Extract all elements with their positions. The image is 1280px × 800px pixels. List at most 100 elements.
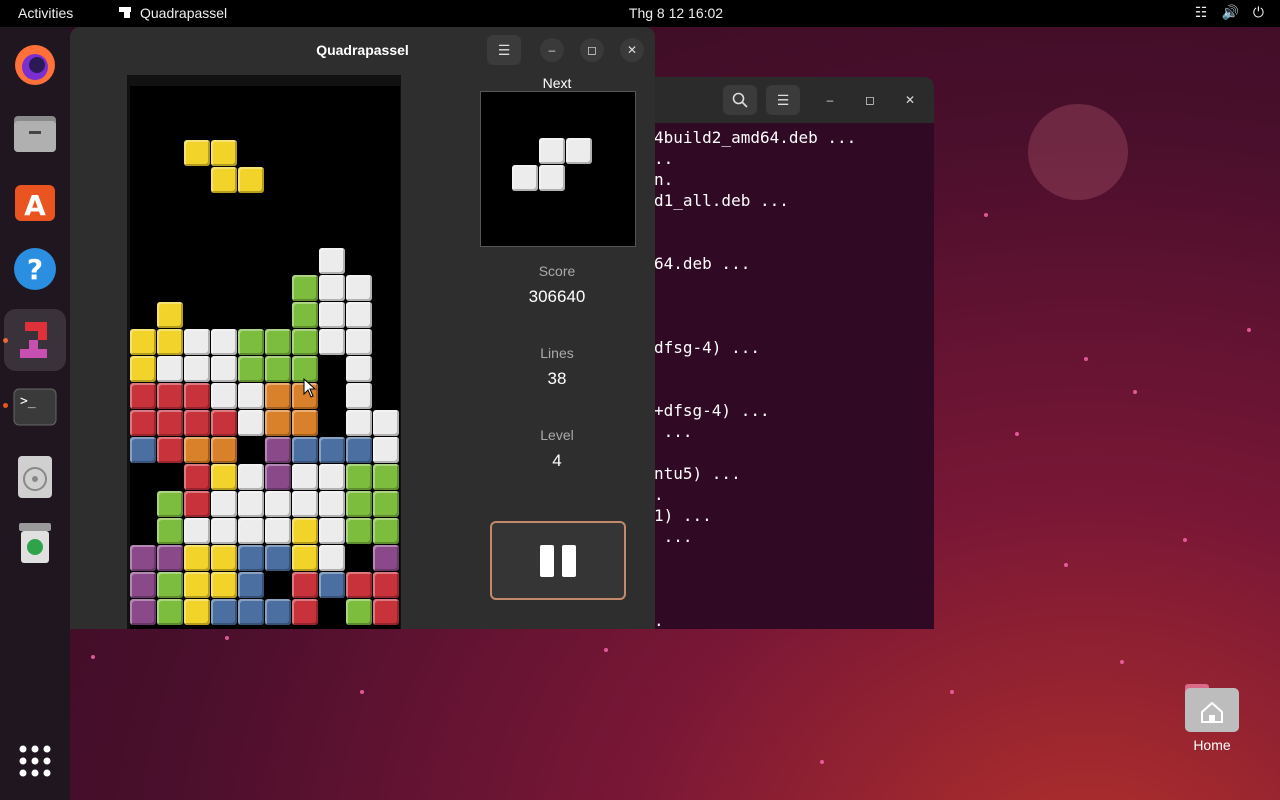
settled-block <box>211 572 237 598</box>
dock-help[interactable]: ? <box>11 245 59 293</box>
settled-block <box>184 545 210 571</box>
settled-block <box>184 410 210 436</box>
power-icon[interactable]: ⏻ <box>1253 4 1264 21</box>
settled-block <box>319 302 345 328</box>
terminal-minimize-button[interactable]: – <box>818 88 842 112</box>
dock-show-apps[interactable] <box>11 737 59 785</box>
next-block <box>539 165 565 191</box>
next-block <box>566 138 592 164</box>
settled-block <box>319 491 345 517</box>
settled-block <box>184 464 210 490</box>
terminal-maximize-button[interactable]: ◻ <box>858 88 882 112</box>
terminal-output[interactable]: 4build2_amd64.deb ... .. n. d1_all.deb .… <box>640 123 934 629</box>
game-close-button[interactable]: ✕ <box>620 38 644 62</box>
dock-terminal[interactable]: >_ <box>11 383 59 431</box>
window-title: Quadrapassel <box>316 42 409 58</box>
dock-firefox[interactable] <box>11 41 59 89</box>
settled-block <box>130 572 156 598</box>
settled-block <box>211 410 237 436</box>
terminal-close-button[interactable]: ✕ <box>898 88 922 112</box>
settled-block <box>292 329 318 355</box>
settled-block <box>184 599 210 625</box>
volume-icon[interactable]: 🔊 <box>1221 4 1238 21</box>
settled-block <box>238 383 264 409</box>
maximize-icon: ◻ <box>587 43 597 57</box>
desktop-home-folder[interactable]: Home <box>1180 682 1244 753</box>
settled-block <box>373 572 399 598</box>
settled-block <box>157 518 183 544</box>
level-value: 4 <box>552 451 562 470</box>
settled-block <box>265 437 291 463</box>
falling-block <box>184 140 210 166</box>
game-minimize-button[interactable]: – <box>540 38 564 62</box>
dock-software[interactable]: A <box>11 177 59 225</box>
game-maximize-button[interactable]: ◻ <box>580 38 604 62</box>
settled-block <box>319 329 345 355</box>
dock-quadrapassel[interactable] <box>4 309 66 371</box>
game-board[interactable] <box>127 75 401 629</box>
settled-block <box>292 545 318 571</box>
settled-block <box>184 437 210 463</box>
firefox-icon <box>15 45 55 85</box>
system-tray[interactable]: ☷ 🔊 ⏻ <box>1195 4 1264 21</box>
settled-block <box>157 437 183 463</box>
dock-trash[interactable] <box>11 519 59 567</box>
settled-block <box>292 302 318 328</box>
settled-block <box>265 329 291 355</box>
next-block <box>539 138 565 164</box>
settled-block <box>238 491 264 517</box>
background-star <box>1247 328 1251 332</box>
game-titlebar[interactable]: Quadrapassel ☰ – ◻ ✕ <box>70 27 655 74</box>
settled-block <box>184 329 210 355</box>
settled-block <box>130 329 156 355</box>
close-icon: ✕ <box>626 43 638 57</box>
settled-block <box>130 410 156 436</box>
board-grid[interactable] <box>130 86 400 629</box>
background-star <box>1064 563 1068 567</box>
settled-block <box>373 518 399 544</box>
dock-disc[interactable] <box>11 453 59 501</box>
settled-block <box>346 275 372 301</box>
settled-block <box>346 356 372 382</box>
settled-block <box>346 599 372 625</box>
settled-block <box>319 545 345 571</box>
hamburger-icon: ☰ <box>776 91 790 108</box>
settled-block <box>346 491 372 517</box>
settled-block <box>157 545 183 571</box>
svg-text:>_: >_ <box>20 394 36 409</box>
settled-block <box>211 383 237 409</box>
pause-button[interactable] <box>490 521 626 600</box>
settled-block <box>346 464 372 490</box>
settled-block <box>238 545 264 571</box>
mouse-cursor-icon <box>303 378 317 398</box>
quadrapassel-window[interactable]: Quadrapassel ☰ – ◻ ✕ Next Score 306640 L… <box>70 27 655 629</box>
terminal-menu-button[interactable]: ☰ <box>766 85 800 115</box>
score-value: 306640 <box>528 287 586 306</box>
background-star <box>1015 432 1019 436</box>
minimize-icon: – <box>548 43 556 57</box>
background-moon <box>1028 104 1128 200</box>
trash-icon <box>19 523 51 563</box>
close-icon: ✕ <box>904 93 916 107</box>
top-bar: Activities Quadrapassel Thg 8 12 16:02 ☷… <box>0 0 1280 27</box>
dock-files[interactable] <box>11 109 59 157</box>
settled-block <box>130 599 156 625</box>
clock[interactable]: Thg 8 12 16:02 <box>0 5 1280 21</box>
settled-block <box>211 329 237 355</box>
settled-block <box>211 437 237 463</box>
next-block <box>512 165 538 191</box>
game-menu-button[interactable]: ☰ <box>487 35 521 65</box>
settled-block <box>238 356 264 382</box>
settled-block <box>265 383 291 409</box>
hamburger-icon: ☰ <box>497 41 511 58</box>
settled-block <box>319 275 345 301</box>
network-icon[interactable]: ☷ <box>1195 4 1208 21</box>
terminal-window[interactable]: ☰ – ◻ ✕ 4build2_amd64.deb ... .. n. d1_a… <box>640 77 934 629</box>
settled-block <box>157 491 183 517</box>
settled-block <box>265 410 291 436</box>
settled-block <box>238 410 264 436</box>
settled-block <box>319 518 345 544</box>
terminal-titlebar[interactable]: ☰ – ◻ ✕ <box>640 77 934 123</box>
terminal-search-button[interactable] <box>723 85 757 115</box>
settled-block <box>130 356 156 382</box>
